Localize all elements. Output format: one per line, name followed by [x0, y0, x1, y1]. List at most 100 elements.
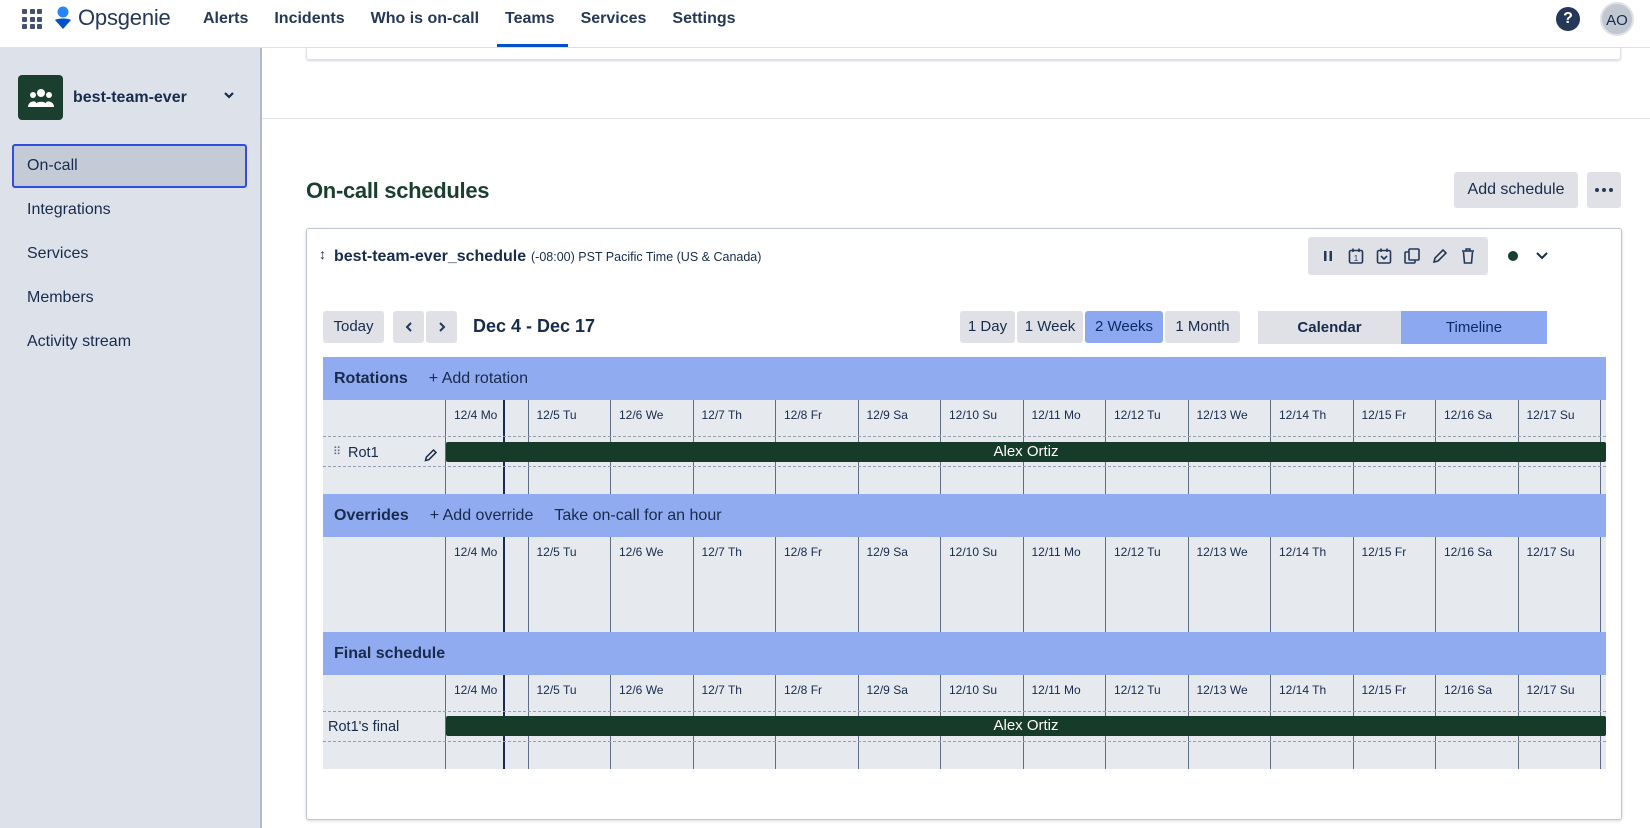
pause-icon[interactable]: [1317, 245, 1339, 267]
sidebar-item-integrations[interactable]: Integrations: [12, 188, 247, 232]
day-header: 12/12 Tu: [1106, 400, 1189, 436]
day-header: 12/9 Sa: [859, 675, 941, 711]
take-on-call-button[interactable]: Take on-call for an hour: [554, 507, 721, 525]
copy-icon[interactable]: [1401, 245, 1423, 267]
overrides-title: Overrides: [334, 506, 409, 524]
day-header: 12/5 Tu: [529, 675, 611, 711]
delete-icon[interactable]: [1457, 245, 1479, 267]
grid-separator: [323, 436, 1606, 437]
more-options-button[interactable]: [1587, 172, 1621, 208]
user-avatar[interactable]: AO: [1600, 2, 1634, 36]
final-schedule-timeline: 12/4 Mo 12/5 Tu 12/6 We 12/7 Th 12/8 Fr 12/9 …: [323, 675, 1606, 769]
day-header: 12/14 Th: [1271, 400, 1354, 436]
override-label-column: [323, 537, 446, 632]
sidebar-item-activity-stream[interactable]: Activity stream: [12, 320, 247, 364]
day-header: 12/16 Sa: [1436, 537, 1519, 573]
range-1-day-button[interactable]: 1 Day: [960, 311, 1015, 343]
day-header: 12/17 Su: [1519, 400, 1601, 436]
rotation-oncall-bar[interactable]: Alex Ortiz: [446, 442, 1606, 462]
day-header: 12/6 We: [611, 537, 694, 573]
date-range-label: Dec 4 - Dec 17: [473, 316, 596, 336]
rotations-header: Rotations + Add rotation: [323, 357, 1606, 400]
timeline-view-button[interactable]: Timeline: [1401, 311, 1547, 344]
day-header: 12/9 Sa: [859, 537, 941, 573]
sidebar-item-members[interactable]: Members: [12, 276, 247, 320]
svg-text:1: 1: [1354, 254, 1359, 263]
day-header: 12/11 Mo: [1024, 400, 1106, 436]
rotation-name[interactable]: Rot1: [348, 445, 379, 461]
schedule-name[interactable]: best-team-ever_schedule: [334, 248, 526, 266]
nav-services[interactable]: Services: [568, 0, 660, 48]
edit-rotation-icon[interactable]: [423, 447, 439, 463]
collapse-chevron-icon[interactable]: [1532, 246, 1552, 266]
day-header: 12/10 Su: [941, 400, 1024, 436]
help-icon[interactable]: ?: [1556, 7, 1580, 31]
schedule-toolbar: 1: [1308, 237, 1488, 275]
nav-who-is-on-call[interactable]: Who is on-call: [358, 0, 492, 48]
day-header: 12/10 Su: [941, 537, 1024, 573]
calendar-view-button[interactable]: Calendar: [1258, 311, 1401, 344]
day-header: 12/13 We: [1189, 400, 1271, 436]
rotations-timeline: 12/4 Mo 12/5 Tu 12/6 We 12/7 Th 12/8 Fr 12/9 …: [323, 400, 1606, 494]
calendar-icon[interactable]: 1: [1345, 245, 1367, 267]
edit-icon[interactable]: [1429, 245, 1451, 267]
add-rotation-button[interactable]: + Add rotation: [429, 370, 528, 388]
overrides-timeline: 12/4 Mo 12/5 Tu 12/6 We 12/7 Th 12/8 Fr 12/9 …: [323, 537, 1606, 632]
page-title: On-call schedules: [306, 178, 490, 203]
more-dot-icon: [1595, 188, 1599, 192]
chevron-down-icon[interactable]: [222, 88, 236, 102]
sidebar-menu: On-call Integrations Services Members Ac…: [12, 144, 247, 364]
day-header: 12/11 Mo: [1024, 675, 1106, 711]
team-switcher[interactable]: best-team-ever: [18, 75, 248, 120]
schedule-status-dot: [1508, 251, 1518, 261]
day-header: 12/16 Sa: [1436, 400, 1519, 436]
day-header: 12/15 Fr: [1354, 400, 1436, 436]
add-schedule-button[interactable]: Add schedule: [1454, 172, 1578, 208]
range-1-month-button[interactable]: 1 Month: [1165, 311, 1240, 343]
day-header: 12/12 Tu: [1106, 537, 1189, 573]
grid-separator: [323, 741, 1606, 742]
day-header: 12/17 Su: [1519, 675, 1601, 711]
day-header: 12/7 Th: [694, 400, 776, 436]
team-people-icon: [27, 88, 54, 107]
nav-alerts[interactable]: Alerts: [190, 0, 261, 48]
current-time-line: [503, 537, 505, 632]
day-header: 12/8 Fr: [776, 675, 859, 711]
final-oncall-bar[interactable]: Alex Ortiz: [446, 716, 1606, 736]
view-selector: Calendar Timeline: [1258, 311, 1547, 344]
team-avatar: [18, 75, 63, 120]
range-2-weeks-button[interactable]: 2 Weeks: [1085, 311, 1163, 343]
drag-handle-icon[interactable]: ⠿: [333, 445, 341, 458]
day-header: 12/4 Mo: [446, 537, 529, 573]
calendar-swap-icon[interactable]: [1373, 245, 1395, 267]
brand-name: Opsgenie: [78, 5, 171, 30]
reorder-arrows-icon[interactable]: ↕: [319, 246, 326, 262]
opsgenie-logo[interactable]: Opsgenie: [54, 5, 171, 31]
next-period-button[interactable]: [426, 311, 457, 343]
day-header: 12/6 We: [611, 400, 694, 436]
divider: [262, 118, 1650, 119]
schedule-card: ↕ best-team-ever_schedule (-08:00) PST P…: [306, 228, 1622, 820]
sidebar-item-services[interactable]: Services: [12, 232, 247, 276]
day-header: 12/10 Su: [941, 675, 1024, 711]
day-header: 12/12 Tu: [1106, 675, 1189, 711]
final-schedule-header: Final schedule: [323, 632, 1606, 675]
nav-teams[interactable]: Teams: [492, 0, 568, 48]
previous-period-button[interactable]: [393, 311, 424, 343]
grid-separator: [323, 711, 1606, 712]
today-button[interactable]: Today: [323, 311, 384, 343]
top-navigation: Opsgenie Alerts Incidents Who is on-call…: [0, 0, 1650, 48]
nav-incidents[interactable]: Incidents: [261, 0, 357, 48]
nav-settings[interactable]: Settings: [659, 0, 748, 48]
day-header: 12/4 Mo: [446, 675, 529, 711]
final-schedule-title: Final schedule: [334, 644, 446, 662]
range-selector: 1 Day 1 Week 2 Weeks 1 Month: [960, 311, 1240, 343]
sidebar-item-on-call[interactable]: On-call: [12, 144, 247, 188]
day-header: 12/13 We: [1189, 537, 1271, 573]
add-override-button[interactable]: + Add override: [430, 507, 534, 525]
main-content: On-call schedules Add schedule ↕ best-te…: [262, 48, 1650, 828]
opsgenie-logo-icon: [55, 6, 71, 29]
app-switcher-icon[interactable]: [22, 9, 42, 29]
range-1-week-button[interactable]: 1 Week: [1017, 311, 1083, 343]
day-header: 12/6 We: [611, 675, 694, 711]
